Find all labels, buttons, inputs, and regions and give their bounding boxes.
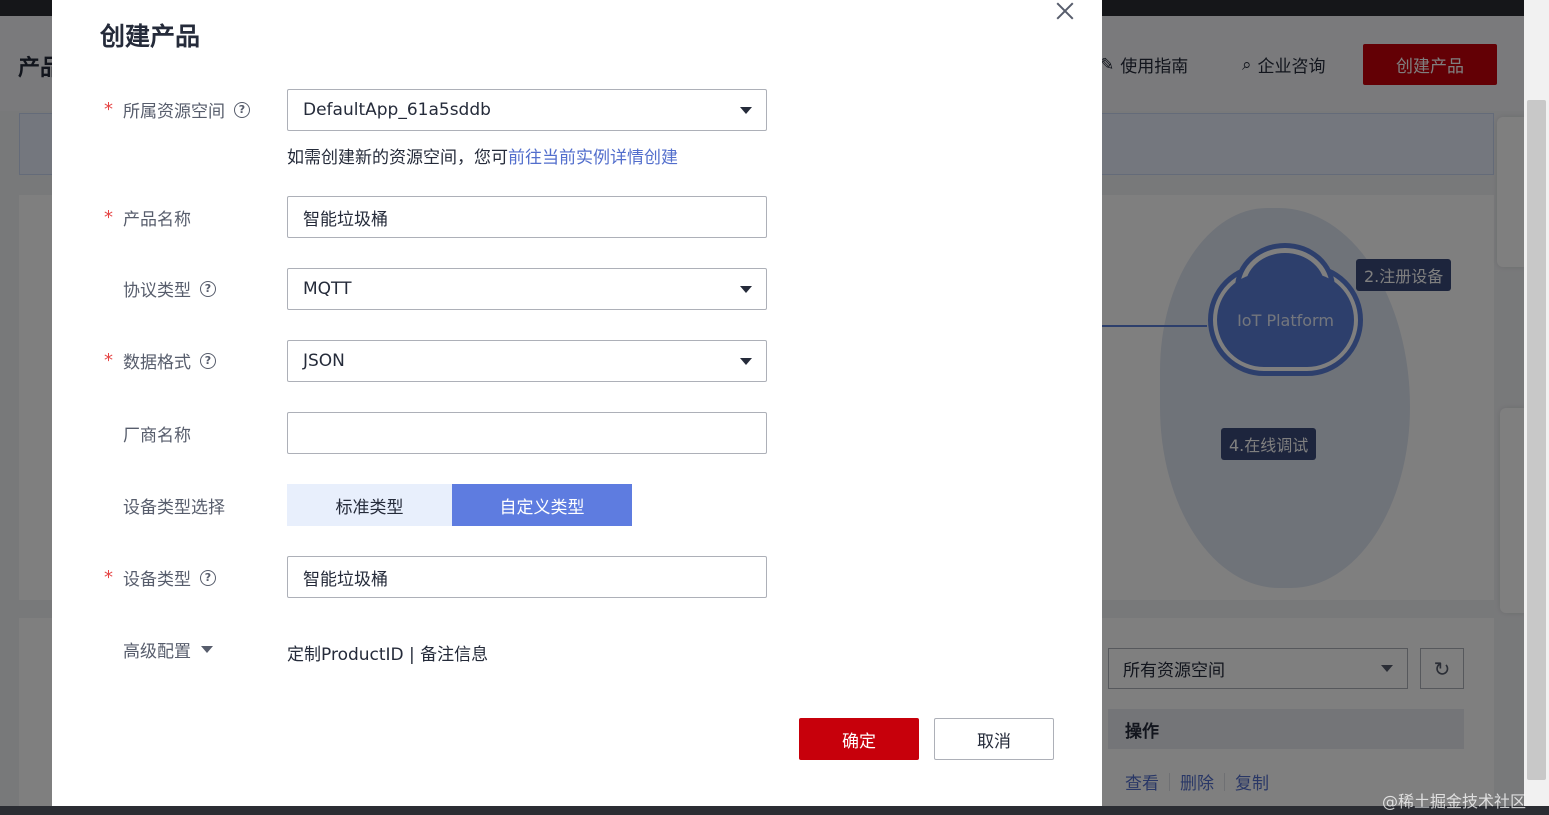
product-name-value: 智能垃圾桶: [303, 209, 388, 230]
advanced-config-label: 高级配置: [123, 642, 191, 662]
help-icon[interactable]: ?: [200, 280, 216, 297]
chevron-down-icon: [740, 286, 752, 293]
required-marker: *: [104, 207, 113, 228]
hint-text: 如需创建新的资源空间，您可: [287, 148, 508, 168]
confirm-button[interactable]: 确定: [799, 718, 919, 760]
resource-space-label-text: 所属资源空间: [123, 102, 225, 122]
required-marker: *: [104, 99, 113, 120]
watermark: @稀土掘金技术社区: [1382, 792, 1527, 811]
cancel-button[interactable]: 取消: [934, 718, 1054, 760]
resource-space-select[interactable]: DefaultApp_61a5sddb: [287, 89, 767, 131]
manufacturer-label: 厂商名称: [123, 426, 191, 446]
chevron-down-icon: [201, 646, 213, 653]
resource-space-value: DefaultApp_61a5sddb: [303, 100, 491, 120]
help-icon[interactable]: ?: [200, 352, 216, 369]
required-marker: *: [104, 350, 113, 371]
custom-type-option[interactable]: 自定义类型: [452, 484, 632, 526]
protocol-label: 协议类型 ?: [123, 276, 216, 301]
product-name-input[interactable]: 智能垃圾桶: [287, 196, 767, 238]
data-format-select[interactable]: JSON: [287, 340, 767, 382]
advanced-config-toggle[interactable]: 高级配置: [123, 637, 213, 662]
product-name-label: 产品名称: [123, 210, 191, 230]
dialog-title: 创建产品: [100, 22, 201, 51]
manufacturer-input[interactable]: [287, 412, 767, 454]
device-type-input[interactable]: 智能垃圾桶: [287, 556, 767, 598]
advanced-config-summary: 定制ProductID | 备注信息: [287, 645, 489, 665]
resource-space-label: 所属资源空间 ?: [123, 97, 250, 122]
chevron-down-icon: [740, 358, 752, 365]
close-icon[interactable]: [1054, 0, 1076, 22]
help-icon[interactable]: ?: [200, 569, 216, 586]
device-type-label-text: 设备类型: [123, 570, 191, 590]
resource-space-hint: 如需创建新的资源空间，您可前往当前实例详情创建: [287, 143, 678, 168]
bottom-strip: [0, 806, 1549, 815]
data-format-label-text: 数据格式: [123, 353, 191, 373]
help-icon[interactable]: ?: [234, 101, 250, 118]
device-type-value: 智能垃圾桶: [303, 569, 388, 590]
create-product-dialog: 创建产品 * 所属资源空间 ? DefaultApp_61a5sddb 如需创建…: [52, 0, 1102, 806]
standard-type-option[interactable]: 标准类型: [287, 484, 452, 526]
protocol-label-text: 协议类型: [123, 281, 191, 301]
chevron-down-icon: [740, 107, 752, 114]
required-marker: *: [104, 567, 113, 588]
protocol-select[interactable]: MQTT: [287, 268, 767, 310]
protocol-value: MQTT: [303, 279, 352, 299]
scrollbar-thumb[interactable]: [1527, 100, 1546, 780]
data-format-label: 数据格式 ?: [123, 348, 216, 373]
create-space-link[interactable]: 前往当前实例详情创建: [508, 148, 678, 168]
device-type-choice-label: 设备类型选择: [123, 498, 225, 518]
device-type-label: 设备类型 ?: [123, 565, 216, 590]
data-format-value: JSON: [303, 351, 345, 371]
